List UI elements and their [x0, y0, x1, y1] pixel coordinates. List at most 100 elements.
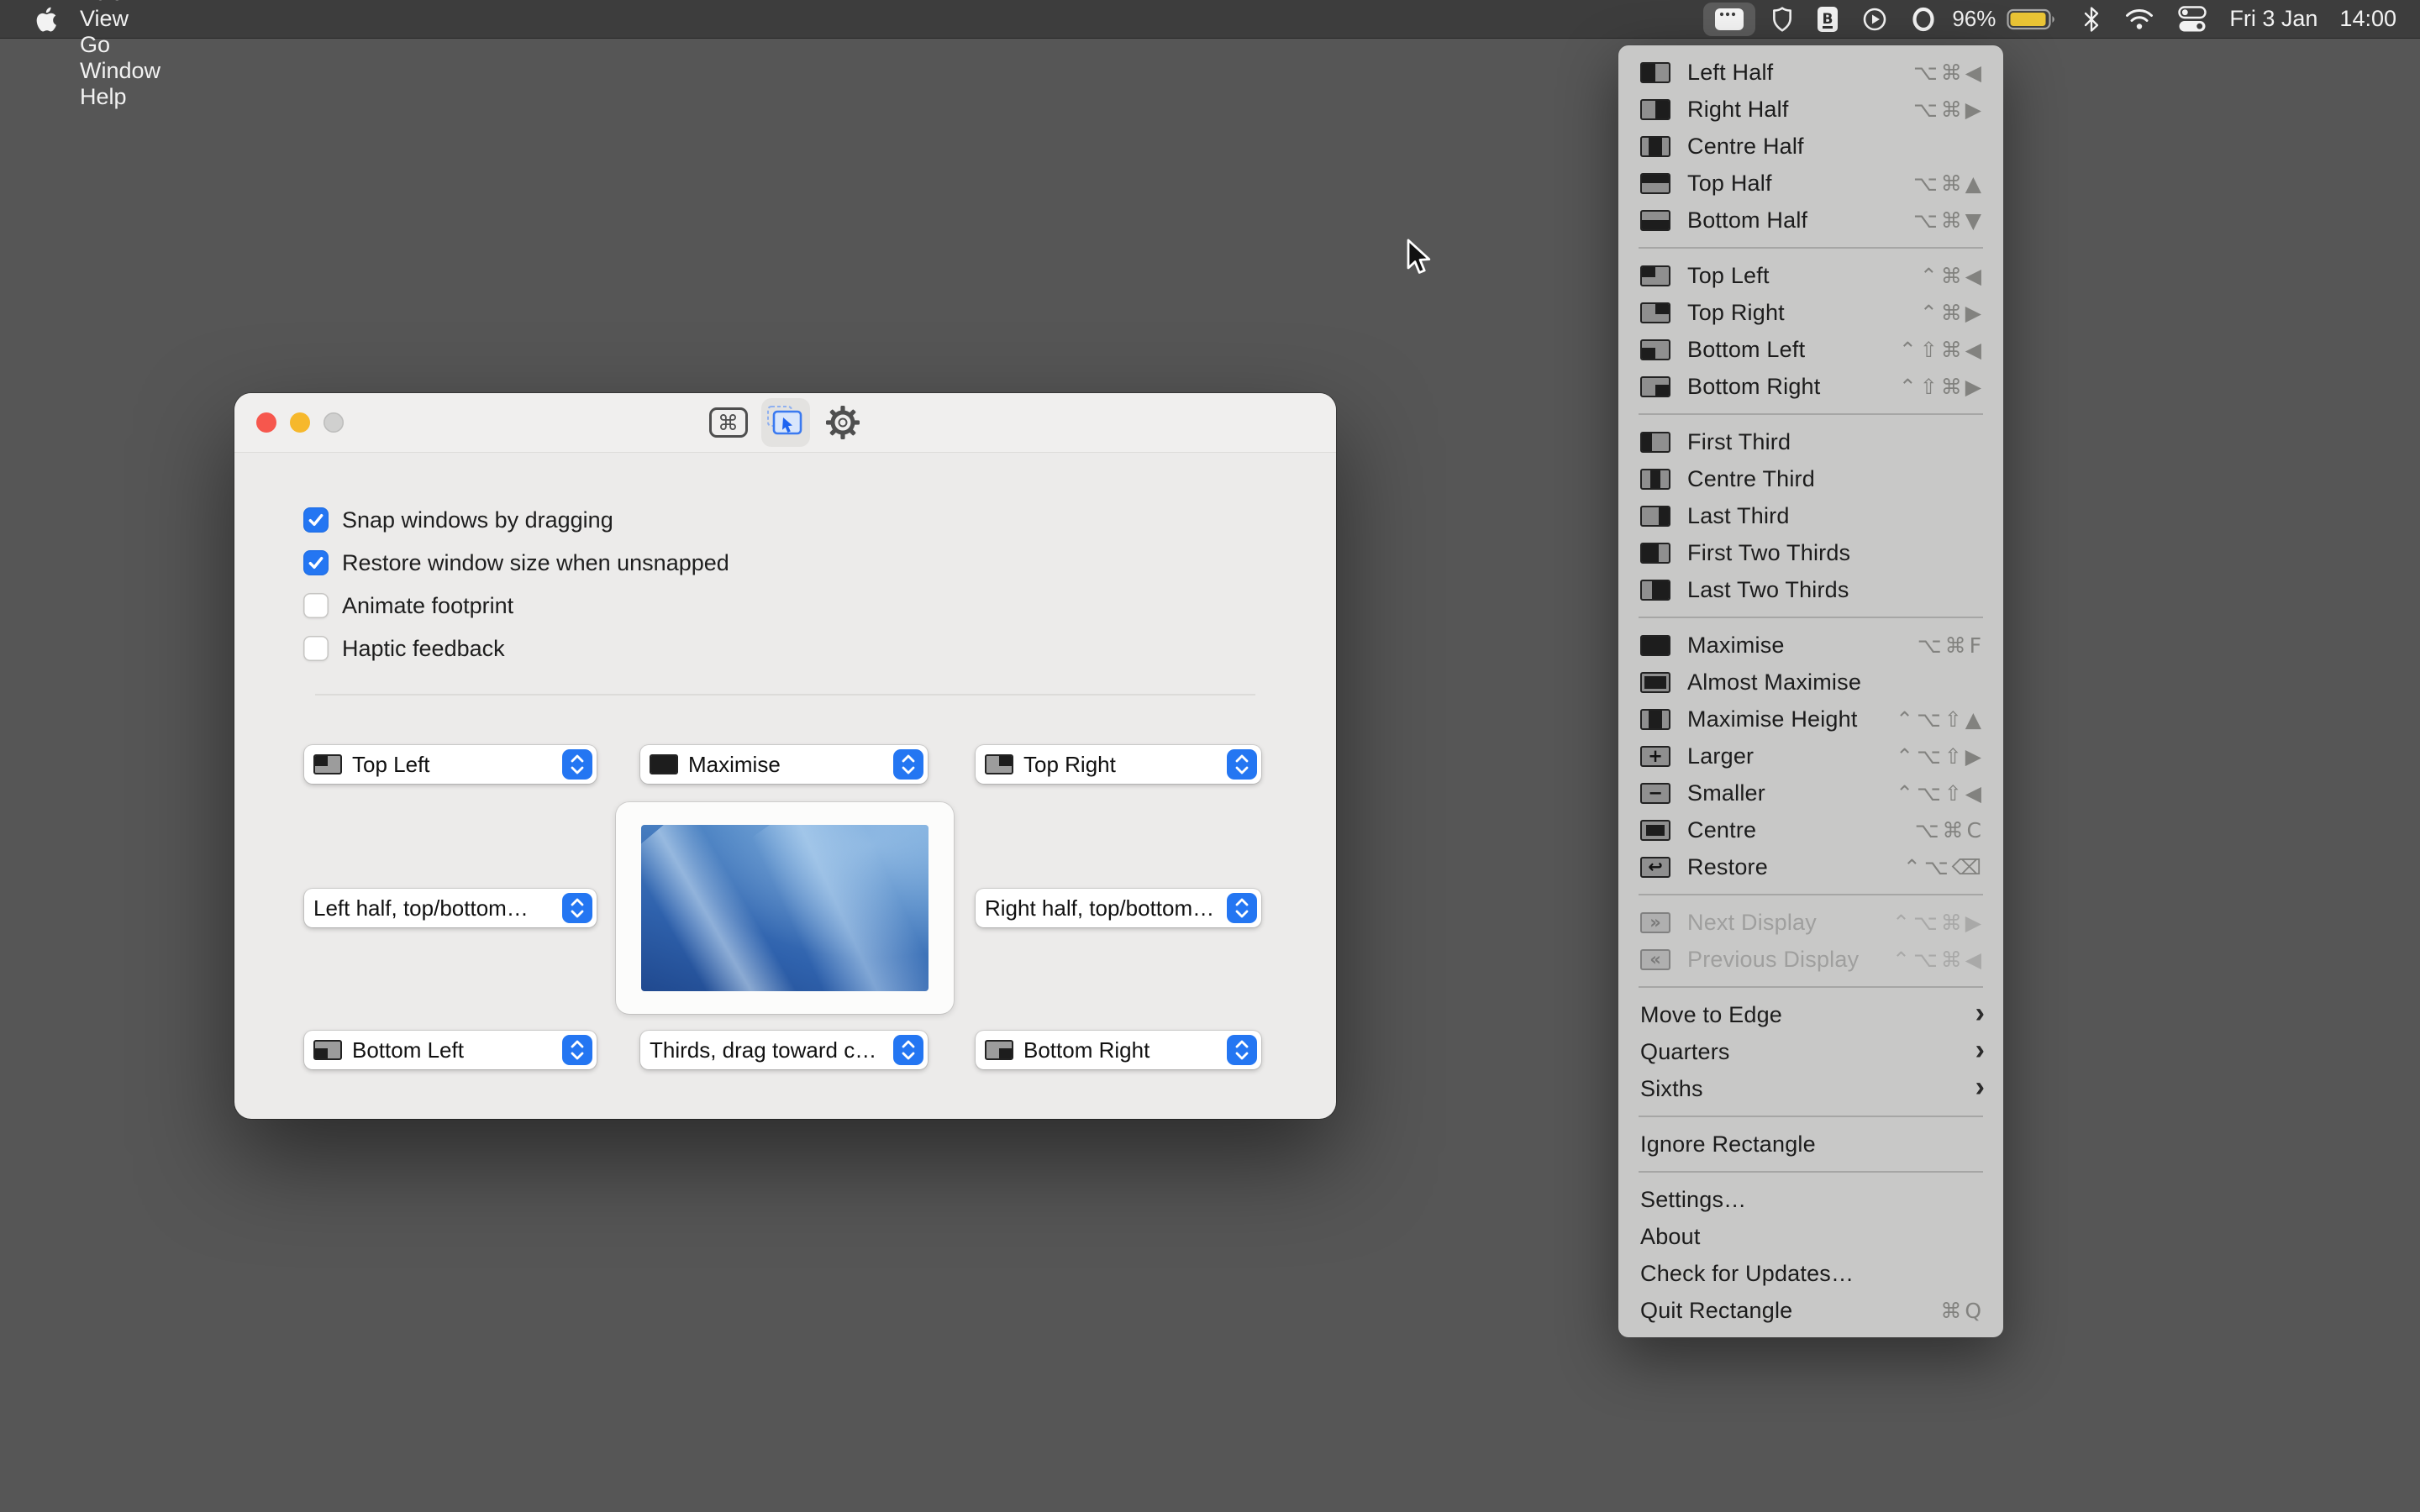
menu-item-last-two-thirds[interactable]: Last Two Thirds: [1618, 571, 2003, 608]
apple-menu-icon[interactable]: [35, 7, 57, 32]
menu-item-maximise[interactable]: Maximise ⌥⌘F: [1618, 627, 2003, 664]
wallpaper-thumbnail: [641, 825, 929, 991]
menu-item-label: Move to Edge: [1640, 1001, 1783, 1027]
menu-item-ignore-rectangle[interactable]: Ignore Rectangle: [1618, 1126, 2003, 1163]
menu-item-shortcut: ⌃⌥⇧▲: [1896, 706, 1985, 732]
menu-item-centre-half[interactable]: Centre Half: [1618, 128, 2003, 165]
dropdown-left-half[interactable]: Left half, top/bottom…: [304, 889, 597, 927]
menu-item-centre[interactable]: Centre ⌥⌘C: [1618, 811, 2003, 848]
menu-item-shortcut: ⌥⌘F: [1917, 633, 1985, 658]
bottom-right-position-icon: [985, 1040, 1013, 1060]
centre-position-icon: [1640, 819, 1670, 841]
menu-item-bottom-half[interactable]: Bottom Half ⌥⌘▼: [1618, 202, 2003, 239]
ring-icon[interactable]: [1903, 0, 1944, 38]
dropdown-stepper-icon[interactable]: [893, 749, 923, 780]
menu-item-top-half[interactable]: Top Half ⌥⌘▲: [1618, 165, 2003, 202]
menu-item-label: Top Half: [1687, 170, 1772, 196]
menu-item-top-right[interactable]: Top Right ⌃⌘▶: [1618, 294, 2003, 331]
menubar-item-help[interactable]: Help: [64, 84, 176, 110]
menubar-item-view[interactable]: View: [64, 6, 176, 32]
menu-item-left-half[interactable]: Left Half ⌥⌘◀: [1618, 54, 2003, 91]
submenu-chevron-icon: ›: [1975, 1034, 1985, 1066]
dropdown-stepper-icon[interactable]: [1227, 1035, 1257, 1065]
menu-item-about[interactable]: About: [1618, 1218, 2003, 1255]
menu-item-last-third[interactable]: Last Third: [1618, 497, 2003, 534]
dropdown-right-half[interactable]: Right half, top/bottom…: [976, 889, 1261, 927]
rectangle-menubar-icon[interactable]: [1703, 2, 1756, 36]
menu-item-shortcut: ⌃⇧⌘◀: [1898, 337, 1985, 362]
menu-item-label: Smaller: [1687, 780, 1765, 806]
menu-item-sixths[interactable]: Sixths ›: [1618, 1070, 2003, 1107]
dropdown-stepper-icon[interactable]: [1227, 893, 1257, 923]
window-titlebar[interactable]: ⌘: [234, 393, 1336, 453]
dropdown-bottom-left[interactable]: Bottom Left: [304, 1031, 597, 1069]
dropdown-maximise[interactable]: Maximise: [640, 745, 928, 784]
bottom-right-position-icon: [1640, 375, 1670, 397]
minimize-button[interactable]: [290, 412, 310, 433]
menu-item-check-for-updates[interactable]: Check for Updates…: [1618, 1255, 2003, 1292]
previous-display-position-icon: «: [1640, 948, 1670, 970]
menu-item-label: Check for Updates…: [1640, 1260, 1854, 1286]
menubar-item-go[interactable]: Go: [64, 32, 176, 58]
battery-icon[interactable]: [1999, 0, 2066, 38]
checkbox-snap-windows-by-dragging[interactable]: [303, 507, 329, 533]
checkbox-label: Snap windows by dragging: [342, 507, 613, 533]
tab-snap-areas[interactable]: [760, 398, 810, 447]
dropdown-top-right[interactable]: Top Right: [976, 745, 1261, 784]
menubar-date[interactable]: Fri 3 Jan: [2229, 6, 2317, 32]
menu-item-restore[interactable]: ↩ Restore ⌃⌥⌫: [1618, 848, 2003, 885]
checkbox-haptic-feedback[interactable]: [303, 636, 329, 661]
menu-item-larger[interactable]: + Larger ⌃⌥⇧▶: [1618, 738, 2003, 774]
dropdown-stepper-icon[interactable]: [893, 1035, 923, 1065]
menu-separator: [1639, 413, 1983, 415]
shield-icon[interactable]: [1764, 0, 1801, 38]
tab-advanced[interactable]: [818, 398, 867, 447]
menu-item-label: Bottom Left: [1687, 336, 1806, 362]
play-circle-icon[interactable]: [1854, 0, 1895, 38]
menu-item-quarters[interactable]: Quarters ›: [1618, 1033, 2003, 1070]
menu-item-right-half[interactable]: Right Half ⌥⌘▶: [1618, 91, 2003, 128]
maximise-height-position-icon: [1640, 708, 1670, 730]
menu-item-shortcut: ⌥⌘◀: [1912, 60, 1985, 85]
dropdown-stepper-icon[interactable]: [562, 1035, 592, 1065]
menu-item-label: Bottom Half: [1687, 207, 1808, 233]
menu-item-settings[interactable]: Settings…: [1618, 1181, 2003, 1218]
checkbox-animate-footprint[interactable]: [303, 593, 329, 618]
menu-item-quit-rectangle[interactable]: Quit Rectangle ⌘Q: [1618, 1292, 2003, 1329]
menu-item-bottom-right[interactable]: Bottom Right ⌃⇧⌘▶: [1618, 368, 2003, 405]
menu-item-first-third[interactable]: First Third: [1618, 423, 2003, 460]
menu-item-label: First Two Thirds: [1687, 539, 1851, 565]
wifi-icon[interactable]: [2117, 0, 2162, 38]
menu-item-label: Centre Third: [1687, 465, 1815, 491]
dropdown-stepper-icon[interactable]: [562, 893, 592, 923]
control-center-icon[interactable]: [2170, 0, 2214, 38]
dropdown-stepper-icon[interactable]: [562, 749, 592, 780]
menu-item-label: Restore: [1687, 853, 1768, 879]
bluetooth-icon[interactable]: [2075, 0, 2108, 38]
checkbox-restore-window-size-when-unsnapped[interactable]: [303, 550, 329, 575]
menu-item-almost-maximise[interactable]: Almost Maximise: [1618, 664, 2003, 701]
menu-item-label: Last Two Thirds: [1687, 576, 1849, 602]
checkbox-row-haptic-feedback: Haptic feedback: [303, 636, 729, 661]
close-button[interactable]: [256, 412, 276, 433]
menu-item-shortcut: ⌘Q: [1940, 1298, 1985, 1323]
menu-item-maximise-height[interactable]: Maximise Height ⌃⌥⇧▲: [1618, 701, 2003, 738]
menu-item-move-to-edge[interactable]: Move to Edge ›: [1618, 996, 2003, 1033]
menubar-item-window[interactable]: Window: [64, 58, 176, 84]
menu-item-bottom-left[interactable]: Bottom Left ⌃⇧⌘◀: [1618, 331, 2003, 368]
menubar-item-edit[interactable]: Edit: [64, 0, 176, 6]
menu-item-first-two-thirds[interactable]: First Two Thirds: [1618, 534, 2003, 571]
tab-shortcuts[interactable]: ⌘: [704, 398, 753, 447]
dropdown-top-left[interactable]: Top Left: [304, 745, 597, 784]
first-two-thirds-position-icon: [1640, 542, 1670, 564]
menu-item-centre-third[interactable]: Centre Third: [1618, 460, 2003, 497]
menu-item-smaller[interactable]: − Smaller ⌃⌥⇧◀: [1618, 774, 2003, 811]
dropdown-bottom-right[interactable]: Bottom Right: [976, 1031, 1261, 1069]
dropdown-stepper-icon[interactable]: [1227, 749, 1257, 780]
zoom-button[interactable]: [324, 412, 344, 433]
dropdown-thirds[interactable]: Thirds, drag toward c…: [640, 1031, 928, 1069]
b-app-icon[interactable]: B: [1809, 0, 1846, 38]
menu-item-top-left[interactable]: Top Left ⌃⌘◀: [1618, 257, 2003, 294]
menu-item-label: Right Half: [1687, 96, 1789, 122]
menubar-time[interactable]: 14:00: [2339, 6, 2396, 32]
